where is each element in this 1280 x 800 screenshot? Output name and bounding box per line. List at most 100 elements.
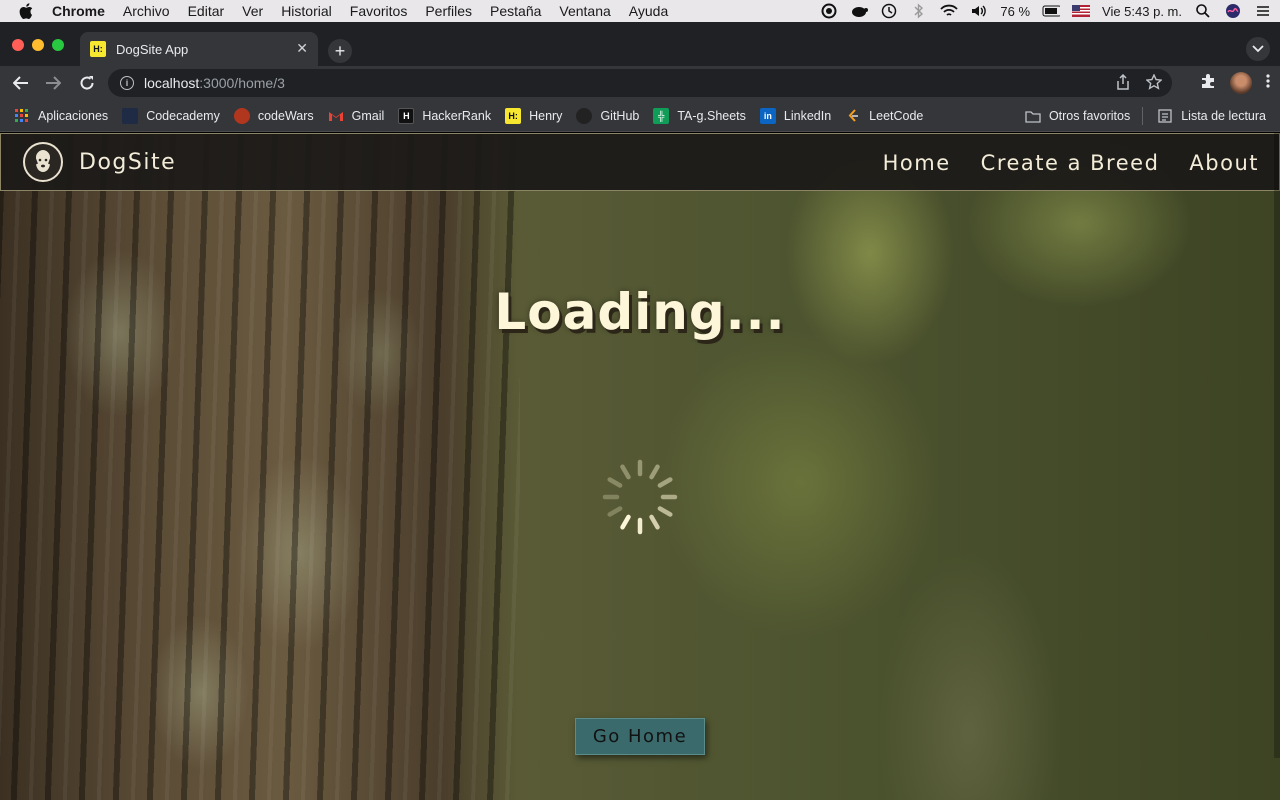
- menu-app-name[interactable]: Chrome: [52, 3, 105, 19]
- time-machine-icon[interactable]: [880, 3, 898, 19]
- bookmark-aplicaciones[interactable]: Aplicaciones: [14, 108, 108, 124]
- menu-pestana[interactable]: Pestaña: [490, 3, 541, 19]
- minimize-window-button[interactable]: [32, 39, 44, 51]
- url-path: :3000/home/3: [199, 75, 285, 91]
- menu-editar[interactable]: Editar: [188, 3, 225, 19]
- page-scrollbar[interactable]: [1274, 133, 1280, 758]
- bookmark-label: GitHub: [600, 108, 640, 123]
- nav-about-link[interactable]: About: [1189, 151, 1259, 175]
- menubar-clock[interactable]: Vie 5:43 p. m.: [1102, 4, 1182, 19]
- go-home-button[interactable]: Go Home: [575, 718, 705, 755]
- site-navbar: DogSite Home Create a Breed About: [0, 133, 1280, 191]
- bookmark-label: TA-g.Sheets: [677, 108, 746, 123]
- site-info-icon[interactable]: i: [120, 76, 134, 90]
- apps-grid-icon: [14, 108, 30, 124]
- reading-list-icon: [1157, 108, 1173, 124]
- hackerrank-icon: H: [398, 107, 415, 124]
- input-source-flag-icon[interactable]: [1072, 3, 1091, 19]
- bookmark-label: Henry: [529, 108, 563, 123]
- menu-perfiles[interactable]: Perfiles: [425, 3, 472, 19]
- address-bar[interactable]: i localhost:3000/home/3: [108, 69, 1172, 97]
- bookmark-label: LinkedIn: [783, 108, 832, 123]
- browser-toolbar: i localhost:3000/home/3: [0, 66, 1280, 100]
- control-center-icon[interactable]: [1254, 3, 1272, 19]
- bookmarks-divider: [1142, 107, 1144, 125]
- browser-tab-strip: H: DogSite App ✕ +: [0, 22, 1280, 66]
- tab-title: DogSite App: [116, 41, 189, 57]
- bookmark-codecademy[interactable]: Codecademy: [122, 107, 220, 124]
- close-tab-icon[interactable]: ✕: [296, 40, 308, 57]
- site-nav-links: Home Create a Breed About: [883, 134, 1259, 192]
- bookmark-linkedin[interactable]: in LinkedIn: [759, 107, 832, 124]
- forward-arrow-icon[interactable]: [42, 72, 64, 94]
- wifi-icon[interactable]: [940, 3, 959, 19]
- nav-home-link[interactable]: Home: [883, 151, 951, 175]
- github-icon: [576, 107, 593, 124]
- bookmark-ta-gsheets[interactable]: ╬ TA-g.Sheets: [653, 107, 746, 124]
- menu-favoritos[interactable]: Favoritos: [350, 3, 408, 19]
- menu-ventana[interactable]: Ventana: [559, 3, 610, 19]
- spotlight-search-icon[interactable]: [1194, 3, 1212, 19]
- loading-heading: Loading...: [494, 283, 786, 341]
- new-tab-button[interactable]: +: [328, 39, 352, 63]
- focus-icon[interactable]: [820, 3, 838, 19]
- henry-icon: H:: [505, 107, 522, 124]
- page-viewport: DogSite Home Create a Breed About Loadin…: [0, 133, 1280, 800]
- macos-menu-bar: Chrome Archivo Editar Ver Historial Favo…: [0, 0, 1280, 22]
- chrome-menu-kebab-icon[interactable]: [1266, 73, 1270, 94]
- tree-trunk-background: [0, 133, 520, 800]
- tab-search-chevron-icon[interactable]: [1246, 37, 1270, 61]
- menu-ver[interactable]: Ver: [242, 3, 263, 19]
- bookmark-github[interactable]: GitHub: [576, 107, 640, 124]
- bookmark-label: HackerRank: [422, 108, 492, 123]
- reload-icon[interactable]: [76, 72, 98, 94]
- tortoise-icon[interactable]: [850, 3, 869, 19]
- zoom-window-button[interactable]: [52, 39, 64, 51]
- bookmark-codewars[interactable]: codeWars: [233, 107, 314, 124]
- browser-tab-active[interactable]: H: DogSite App ✕: [80, 32, 318, 66]
- henry-favicon-icon: H:: [90, 41, 106, 57]
- bookmark-label: Aplicaciones: [38, 108, 109, 123]
- codecademy-icon: [122, 107, 139, 124]
- siri-icon[interactable]: [1224, 3, 1242, 19]
- bookmark-hackerrank[interactable]: H HackerRank: [398, 107, 492, 124]
- bookmark-reading-list[interactable]: Lista de lectura: [1157, 108, 1266, 124]
- bookmarks-bar: Aplicaciones Codecademy codeWars Gmail H…: [0, 100, 1280, 132]
- codewars-icon: [233, 107, 250, 124]
- bookmark-gmail[interactable]: Gmail: [328, 108, 385, 124]
- menu-historial[interactable]: Historial: [281, 3, 332, 19]
- dog-logo-icon[interactable]: [23, 142, 63, 182]
- bookmark-label: LeetCode: [869, 108, 924, 123]
- volume-icon[interactable]: [970, 3, 988, 19]
- nav-create-breed-link[interactable]: Create a Breed: [981, 151, 1160, 175]
- menu-ayuda[interactable]: Ayuda: [629, 3, 668, 19]
- bookmark-label: Codecademy: [146, 108, 220, 123]
- bookmark-label: Lista de lectura: [1181, 109, 1266, 123]
- window-controls: [12, 39, 64, 51]
- url-host: localhost: [144, 75, 200, 91]
- profile-avatar[interactable]: [1230, 72, 1252, 94]
- bookmark-label: Gmail: [351, 108, 385, 123]
- bookmark-leetcode[interactable]: LeetCode: [845, 108, 923, 124]
- menu-archivo[interactable]: Archivo: [123, 3, 170, 19]
- leetcode-icon: [845, 108, 861, 124]
- close-window-button[interactable]: [12, 39, 24, 51]
- folder-icon: [1025, 108, 1041, 124]
- apple-icon[interactable]: [18, 3, 34, 19]
- loading-spinner-icon: [602, 459, 678, 535]
- bookmark-star-icon[interactable]: [1145, 73, 1163, 93]
- battery-icon[interactable]: [1042, 3, 1061, 19]
- back-arrow-icon[interactable]: [10, 72, 32, 94]
- share-icon[interactable]: [1116, 73, 1130, 93]
- bookmark-label: Otros favoritos: [1048, 109, 1131, 123]
- sheets-icon: ╬: [653, 107, 670, 124]
- battery-percent: 76 %: [1000, 3, 1031, 19]
- bookmark-henry[interactable]: H: Henry: [505, 107, 563, 124]
- bookmark-label: codeWars: [257, 108, 314, 123]
- gmail-icon: [328, 108, 344, 124]
- bluetooth-icon[interactable]: [910, 3, 928, 19]
- bookmark-other-favorites[interactable]: Otros favoritos: [1025, 108, 1130, 124]
- site-brand[interactable]: DogSite: [79, 150, 176, 175]
- extensions-puzzle-icon[interactable]: [1200, 73, 1216, 94]
- linkedin-icon: in: [759, 107, 776, 124]
